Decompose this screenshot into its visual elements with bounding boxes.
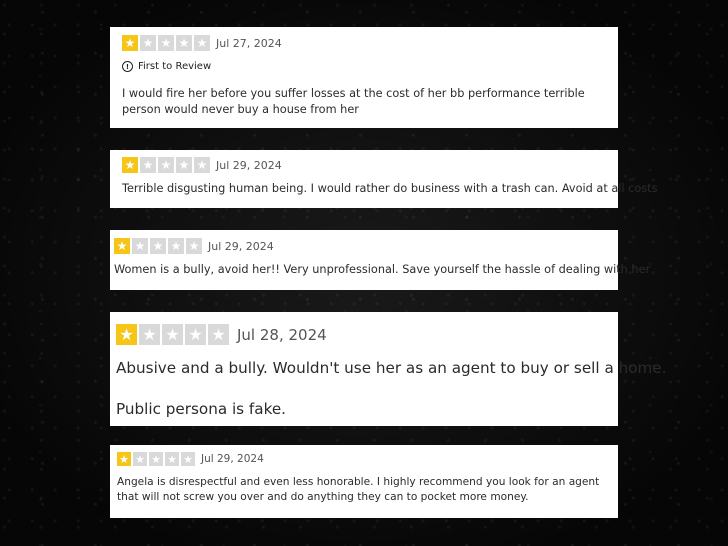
- star-empty-icon: ★: [140, 157, 156, 173]
- star-rating: ★ ★ ★ ★ ★: [116, 324, 229, 345]
- review-card-1: ★ ★ ★ ★ ★ Jul 27, 2024 ! First to Review I w…: [110, 27, 618, 128]
- star-empty-icon: ★: [162, 324, 183, 345]
- review-card-2: ★ ★ ★ ★ ★ Jul 29, 2024 Terrible disgusting h…: [110, 150, 658, 208]
- star-filled-icon: ★: [122, 35, 138, 51]
- star-empty-icon: ★: [139, 324, 160, 345]
- star-empty-icon: ★: [185, 324, 206, 345]
- star-empty-icon: ★: [176, 157, 192, 173]
- review-text-continued: Public persona is fake.: [116, 400, 287, 418]
- star-rating: ★ ★ ★ ★ ★: [122, 35, 210, 51]
- star-empty-icon: ★: [158, 157, 174, 173]
- review-date: Jul 29, 2024: [201, 453, 264, 465]
- star-empty-icon: ★: [168, 238, 184, 254]
- star-empty-icon: ★: [140, 35, 156, 51]
- star-empty-icon: ★: [194, 157, 210, 173]
- review-header: ★ ★ ★ ★ ★ Jul 29, 2024: [114, 238, 614, 254]
- star-filled-icon: ★: [117, 452, 131, 466]
- review-text: Terrible disgusting human being. I would…: [122, 182, 658, 195]
- star-empty-icon: ★: [176, 35, 192, 51]
- review-text: Angela is disrespectful and even less ho…: [117, 476, 600, 503]
- badge-label: First to Review: [138, 61, 212, 72]
- star-empty-icon: ★: [133, 452, 147, 466]
- star-rating: ★ ★ ★ ★ ★: [114, 238, 202, 254]
- star-filled-icon: ★: [114, 238, 130, 254]
- review-card-3: ★ ★ ★ ★ ★ Jul 29, 2024 Women is a bully, avo…: [110, 230, 651, 290]
- review-date: Jul 27, 2024: [216, 36, 282, 50]
- review-text: Abusive and a bully. Wouldn't use her as…: [116, 359, 667, 377]
- star-rating: ★ ★ ★ ★ ★: [122, 157, 210, 173]
- star-empty-icon: ★: [181, 452, 195, 466]
- review-text: Women is a bully, avoid her!! Very unpro…: [114, 263, 651, 276]
- star-empty-icon: ★: [208, 324, 229, 345]
- star-empty-icon: ★: [132, 238, 148, 254]
- star-empty-icon: ★: [194, 35, 210, 51]
- review-card-5: ★ ★ ★ ★ ★ Jul 29, 2024 Angela is disrespectf…: [110, 445, 618, 518]
- review-date: Jul 29, 2024: [208, 239, 274, 253]
- review-date: Jul 29, 2024: [216, 158, 282, 172]
- star-empty-icon: ★: [149, 452, 163, 466]
- star-filled-icon: ★: [122, 157, 138, 173]
- star-empty-icon: ★: [165, 452, 179, 466]
- first-to-review-badge: ! First to Review: [122, 61, 606, 72]
- star-empty-icon: ★: [150, 238, 166, 254]
- review-header: ★ ★ ★ ★ ★ Jul 28, 2024: [116, 324, 612, 345]
- star-filled-icon: ★: [116, 324, 137, 345]
- review-header: ★ ★ ★ ★ ★ Jul 27, 2024: [122, 35, 606, 51]
- star-empty-icon: ★: [186, 238, 202, 254]
- review-date: Jul 28, 2024: [237, 325, 327, 344]
- review-card-4: ★ ★ ★ ★ ★ Jul 28, 2024 Abusive and a bully. …: [110, 312, 667, 426]
- review-header: ★ ★ ★ ★ ★ Jul 29, 2024: [117, 452, 611, 466]
- review-text: I would fire her before you suffer losse…: [122, 87, 585, 116]
- star-rating: ★ ★ ★ ★ ★: [117, 452, 195, 466]
- info-icon: !: [122, 61, 133, 72]
- review-header: ★ ★ ★ ★ ★ Jul 29, 2024: [122, 157, 606, 173]
- star-empty-icon: ★: [158, 35, 174, 51]
